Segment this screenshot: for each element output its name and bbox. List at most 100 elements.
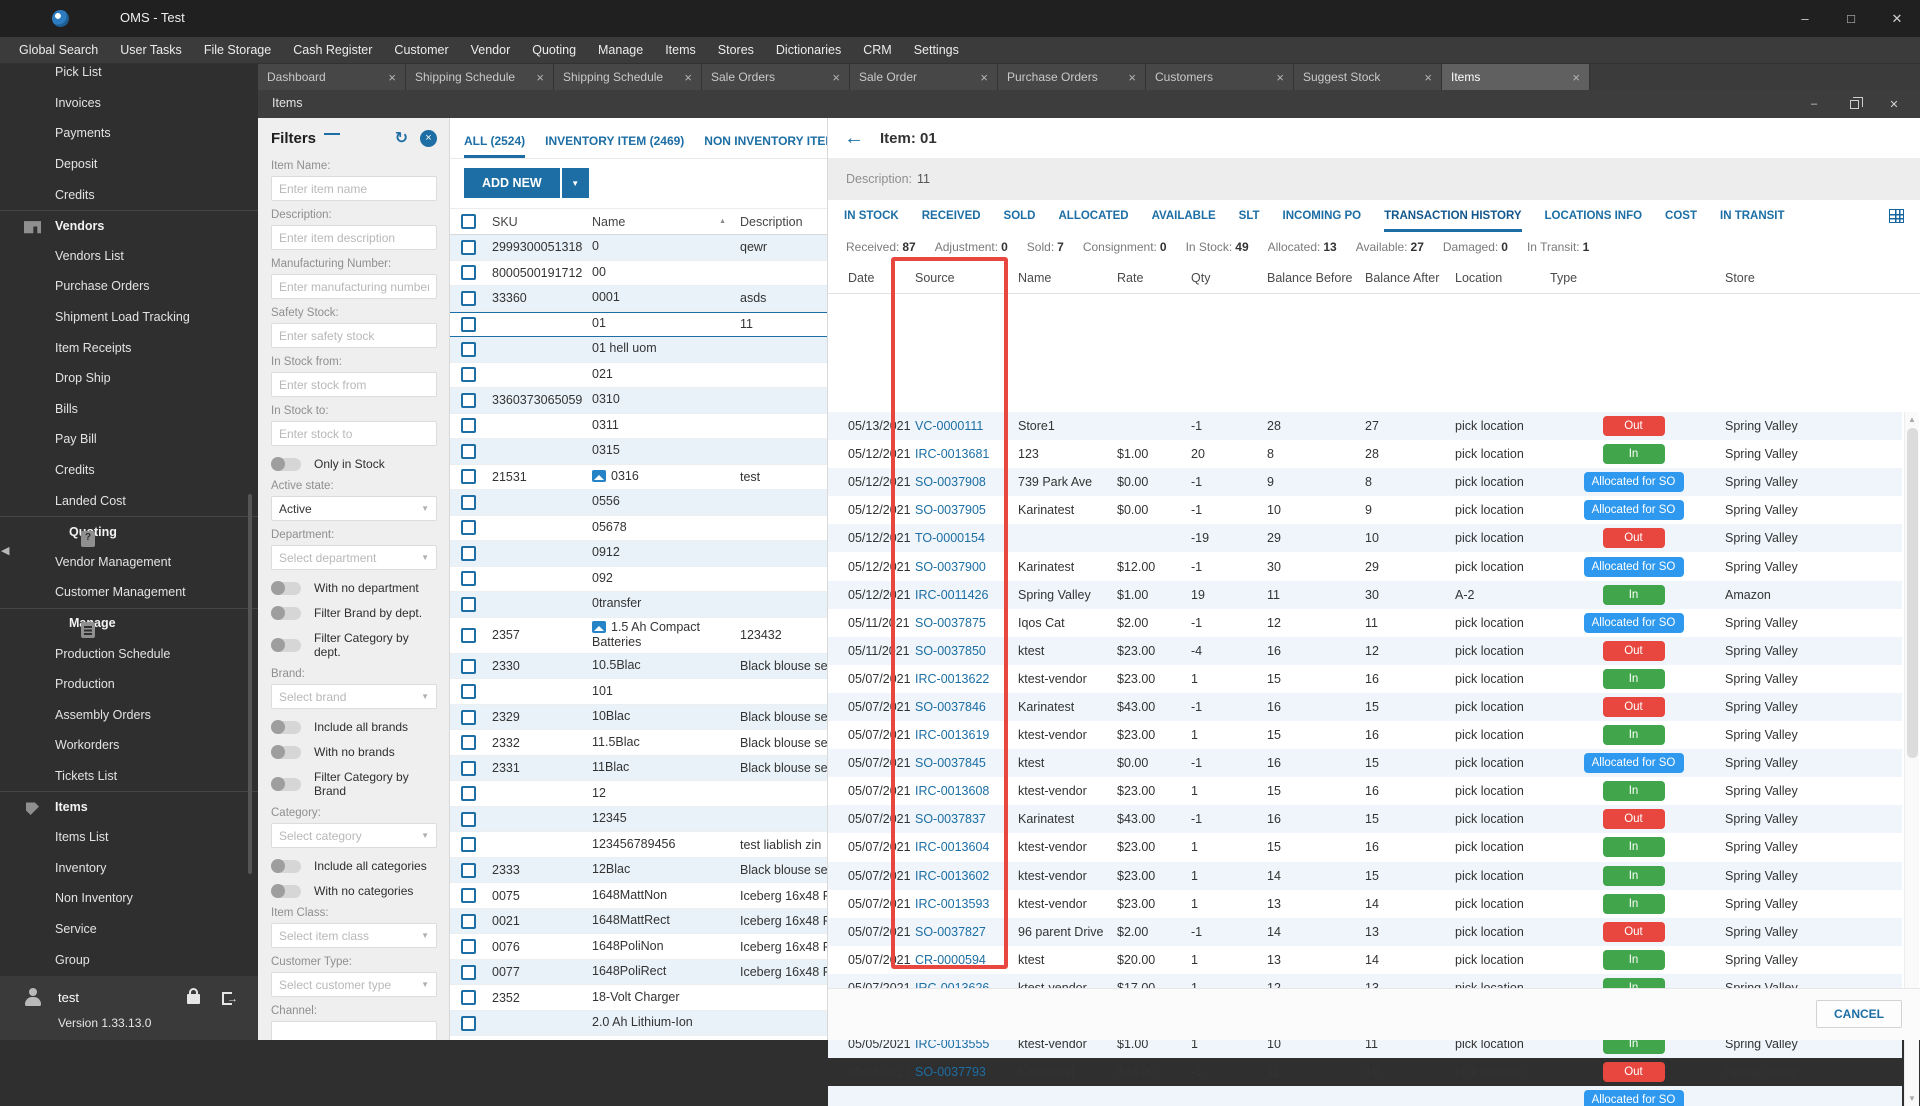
refresh-icon[interactable]: ↻ [395, 128, 408, 148]
sidebar-item-assembly-orders[interactable]: Assembly Orders [0, 699, 258, 730]
scroll-down-icon[interactable]: ▼ [1905, 1094, 1919, 1103]
sidebar-collapse-icon[interactable]: ◀ [1, 544, 9, 557]
item-row[interactable]: 092 [450, 567, 827, 593]
transaction-row[interactable]: 05/07/2021IRC-0013622ktest-vendor$23.001… [828, 665, 1902, 693]
item-row[interactable]: 233312BlacBlack blouse se [450, 858, 827, 884]
sidebar-item-bills[interactable]: Bills [0, 394, 258, 425]
row-checkbox[interactable] [461, 418, 476, 433]
row-checkbox[interactable] [461, 342, 476, 357]
row-checkbox[interactable] [461, 888, 476, 903]
item-row[interactable]: 12 [450, 781, 827, 807]
doc-tab-shipping-schedule[interactable]: Shipping Schedule× [406, 64, 554, 90]
toggle-switch-include-all-brands[interactable] [271, 721, 301, 734]
txn-source-link[interactable]: IRC-0011426 [911, 588, 1014, 602]
clear-filters-icon[interactable]: × [420, 130, 437, 147]
row-checkbox[interactable] [461, 735, 476, 750]
sidebar-item-vendors[interactable]: Vendors [0, 210, 258, 241]
filter-input-in-stock-to[interactable] [271, 421, 437, 446]
filter-input-manufacturing-number[interactable] [271, 274, 437, 299]
row-checkbox[interactable] [461, 265, 476, 280]
txn-source-link[interactable]: TO-0000154 [911, 531, 1014, 545]
sidebar-item-item-receipts[interactable]: Item Receipts [0, 332, 258, 363]
toggle-switch-filter-category-by-brand[interactable] [271, 778, 301, 791]
txn-source-link[interactable]: IRC-0013622 [911, 672, 1014, 686]
item-row[interactable]: 05678 [450, 516, 827, 542]
sidebar-item-pick-list[interactable]: Pick List [0, 64, 258, 88]
row-checkbox[interactable] [461, 863, 476, 878]
item-row[interactable]: 800050019171200 [450, 261, 827, 287]
sidebar-item-invoices[interactable]: Invoices [0, 88, 258, 119]
transaction-row[interactable]: 05/12/2021IRC-0013681123$1.0020828pick l… [828, 440, 1902, 468]
transaction-row[interactable]: 05/12/2021SO-0037905Karinatest$0.00-1109… [828, 496, 1902, 524]
sidebar-item-landed-cost[interactable]: Landed Cost [0, 485, 258, 516]
item-row[interactable]: 333600001asds [450, 286, 827, 312]
sidebar-item-group[interactable]: Group [0, 944, 258, 975]
item-row[interactable]: 23571.5 Ah Compact Batteries123432 [450, 618, 827, 654]
sidebar-item-service[interactable]: Service [0, 914, 258, 945]
item-row[interactable]: 0111 [450, 312, 827, 338]
txn-source-link[interactable]: SO-0037793 [911, 1065, 1014, 1079]
tab-close-icon[interactable]: × [536, 70, 544, 85]
doc-tab-customers[interactable]: Customers× [1146, 64, 1294, 90]
select-all-checkbox[interactable] [461, 214, 476, 229]
detail-tab-available[interactable]: AVAILABLE [1152, 200, 1216, 232]
item-row[interactable]: 233111BlacBlack blouse se [450, 756, 827, 782]
inner-restore-button[interactable] [1834, 90, 1874, 118]
txn-source-link[interactable]: SO-0037846 [911, 700, 1014, 714]
detail-tab-received[interactable]: RECEIVED [922, 200, 981, 232]
sidebar-item-inventory[interactable]: Inventory [0, 852, 258, 883]
transaction-row[interactable]: 05/05/2021SO-0037793Karinatest$43.00-111… [828, 1058, 1902, 1086]
item-row[interactable]: 01 hell uom [450, 337, 827, 363]
row-checkbox[interactable] [461, 469, 476, 484]
row-checkbox[interactable] [461, 628, 476, 643]
doc-tab-dashboard[interactable]: Dashboard× [258, 64, 406, 90]
filter-select-brand[interactable]: Select brand▼ [271, 684, 437, 709]
detail-tab-in-stock[interactable]: IN STOCK [844, 200, 899, 232]
lock-icon[interactable] [187, 994, 200, 1004]
transaction-row[interactable]: 05/12/2021SO-0037900Karinatest$12.00-130… [828, 552, 1902, 580]
row-checkbox[interactable] [461, 1016, 476, 1031]
txn-source-link[interactable]: CR-0000594 [911, 953, 1014, 967]
txn-source-link[interactable]: IRC-0013619 [911, 728, 1014, 742]
item-row[interactable]: 215310316test [450, 465, 827, 491]
transaction-row[interactable]: 05/07/2021SO-0037846Karinatest$43.00-116… [828, 693, 1902, 721]
filter-input-channel[interactable] [271, 1021, 437, 1040]
sidebar-item-production[interactable]: Production [0, 669, 258, 700]
doc-tab-items[interactable]: Items× [1442, 64, 1590, 90]
tab-close-icon[interactable]: × [980, 70, 988, 85]
row-checkbox[interactable] [461, 710, 476, 725]
transaction-row[interactable]: 05/07/2021IRC-0013619ktest-vendor$23.001… [828, 721, 1902, 749]
menu-item-user-tasks[interactable]: User Tasks [109, 37, 193, 64]
items-col-description[interactable]: Description [734, 213, 827, 231]
toggle-switch-filter-category-by-dept[interactable] [271, 639, 301, 652]
transaction-row[interactable]: 05/07/2021CR-0000594ktest$20.0011314pick… [828, 946, 1902, 974]
row-checkbox[interactable] [461, 571, 476, 586]
item-row[interactable]: 0912 [450, 541, 827, 567]
txn-source-link[interactable]: SO-0037827 [911, 925, 1014, 939]
menu-item-settings[interactable]: Settings [903, 37, 970, 64]
doc-tab-purchase-orders[interactable]: Purchase Orders× [998, 64, 1146, 90]
close-button[interactable]: ✕ [1874, 0, 1920, 37]
sidebar-item-payments[interactable]: Payments [0, 118, 258, 149]
transaction-row[interactable]: 05/12/2021TO-0000154-192910pick location… [828, 524, 1902, 552]
sidebar-item-credits[interactable]: Credits [0, 455, 258, 486]
txn-source-link[interactable]: SO-0037845 [911, 756, 1014, 770]
item-row[interactable]: 00751648MattNonIceberg 16x48 F [450, 883, 827, 909]
txn-source-link[interactable]: SO-0037837 [911, 812, 1014, 826]
item-row[interactable]: 00761648PoliNonIceberg 16x48 F [450, 934, 827, 960]
doc-tab-shipping-schedule[interactable]: Shipping Schedule× [554, 64, 702, 90]
menu-item-global-search[interactable]: Global Search [8, 37, 109, 64]
row-checkbox[interactable] [461, 761, 476, 776]
scroll-up-icon[interactable]: ▲ [1905, 415, 1919, 424]
row-checkbox[interactable] [461, 965, 476, 980]
toggle-switch-with-no-categories[interactable] [271, 885, 301, 898]
doc-tab-sale-orders[interactable]: Sale Orders× [702, 64, 850, 90]
items-tab-inventory-item-2469-[interactable]: INVENTORY ITEM (2469) [545, 126, 684, 158]
item-row[interactable]: 29993000513180qewr [450, 235, 827, 261]
row-checkbox[interactable] [461, 684, 476, 699]
sidebar-item-vendor-management[interactable]: Vendor Management [0, 547, 258, 578]
sidebar-item-workorders[interactable]: Workorders [0, 730, 258, 761]
sidebar-item-drop-ship[interactable]: Drop Ship [0, 363, 258, 394]
transaction-row[interactable]: 05/11/2021SO-0037850ktest$23.00-41612pic… [828, 637, 1902, 665]
detail-tab-allocated[interactable]: ALLOCATED [1059, 200, 1129, 232]
